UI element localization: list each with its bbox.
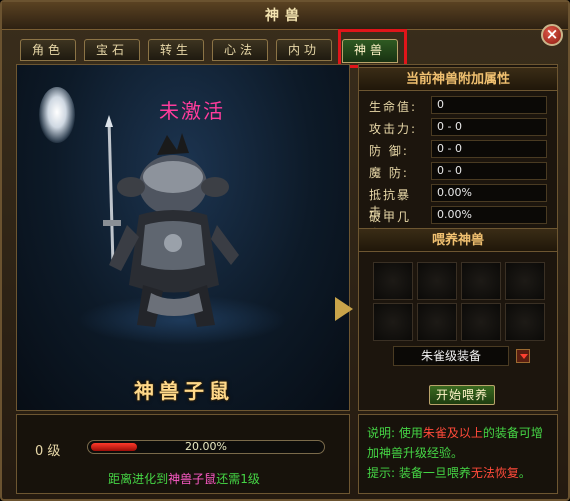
attr-label: 攻击力: xyxy=(369,122,418,136)
evolve-hint: 距离进化到神兽子鼠还需1级 xyxy=(17,470,351,487)
attr-value: 0 xyxy=(431,96,547,114)
info-highlight: 朱雀及以上 xyxy=(422,426,483,440)
attr-row-hp: 生命值: 0 xyxy=(369,96,549,114)
attributes-title: 当前神兽附加属性 xyxy=(359,67,557,91)
attr-row-magic-defense: 魔 防: 0 - 0 xyxy=(369,162,549,180)
feed-slot[interactable] xyxy=(373,262,413,300)
info-line-3: 提示: 装备一旦喂养无法恢复。 xyxy=(367,463,551,483)
attr-label: 生命值: xyxy=(369,100,418,114)
feed-title: 喂养神兽 xyxy=(359,228,557,252)
feed-slot-grid xyxy=(373,262,545,342)
attr-value: 0.00% xyxy=(431,206,547,224)
info-text: 提示: 装备一旦喂养 xyxy=(367,466,471,480)
spirit-wisp-icon xyxy=(39,87,75,143)
pet-progress-panel: 0 级 20.00% 距离进化到神兽子鼠还需1级 xyxy=(16,414,350,494)
info-line-2: 加神兽升级经验。 xyxy=(367,446,464,460)
feed-slot[interactable] xyxy=(417,303,457,341)
feed-slot[interactable] xyxy=(461,303,501,341)
attr-value: 0 - 0 xyxy=(431,118,547,136)
attr-label: 魔 防: xyxy=(369,166,409,180)
close-icon[interactable]: × xyxy=(541,24,563,46)
feed-slot[interactable] xyxy=(417,262,457,300)
tab-gems[interactable]: 宝石 xyxy=(84,39,140,61)
tab-character[interactable]: 角色 xyxy=(20,39,76,61)
evolve-target: 神兽子鼠 xyxy=(168,472,217,486)
info-text: 的装备可增 xyxy=(482,426,543,440)
window-title: 神兽 xyxy=(2,2,568,30)
attr-row-defense: 防 御: 0 - 0 xyxy=(369,140,549,158)
tab-mind-art[interactable]: 心法 xyxy=(212,39,268,61)
tab-inner-power[interactable]: 内功 xyxy=(276,39,332,61)
attr-row-armor-break: 破甲几率: 0.00% xyxy=(369,206,549,241)
feed-slot[interactable] xyxy=(505,262,545,300)
pet-display-panel: 未激活 神兽子鼠 xyxy=(16,64,353,411)
attr-value: 0 - 0 xyxy=(431,140,547,158)
info-line-1: 说明: 使用朱雀及以上的装备可增 xyxy=(367,423,551,443)
attr-label: 防 御: xyxy=(369,144,409,158)
feed-slot[interactable] xyxy=(461,262,501,300)
attr-row-crit-resist: 抵抗暴击: 0.00% xyxy=(369,184,549,219)
pet-level: 0 级 xyxy=(35,444,61,459)
dropdown-arrow-icon[interactable] xyxy=(516,349,530,363)
equipment-grade-select[interactable]: 朱雀级装备 xyxy=(393,346,509,366)
tab-rebirth[interactable]: 转生 xyxy=(148,39,204,61)
evolve-suffix: 还需1级 xyxy=(216,472,260,486)
info-highlight: 无法恢复 xyxy=(470,466,519,480)
attr-value: 0 - 0 xyxy=(431,162,547,180)
info-text: 。 xyxy=(518,466,531,480)
xp-progress-bar: 20.00% xyxy=(87,440,325,454)
xp-percent-text: 20.00% xyxy=(185,440,227,453)
evolve-prefix: 距离进化到 xyxy=(108,472,169,486)
arrow-right-icon[interactable] xyxy=(335,297,353,321)
pet-name: 神兽子鼠 xyxy=(134,379,234,403)
pet-window: 神兽 × 角色 宝石 转生 心法 内功 神兽 未激活 神兽子鼠 0 级 20.0… xyxy=(0,0,570,501)
info-text: 说明: 使用 xyxy=(367,426,423,440)
attr-row-attack: 攻击力: 0 - 0 xyxy=(369,118,549,136)
tab-divine-beast[interactable]: 神兽 xyxy=(342,39,398,63)
feed-slot[interactable] xyxy=(373,303,413,341)
start-feeding-button[interactable]: 开始喂养 xyxy=(429,385,495,405)
rat-warrior-illustration xyxy=(103,115,239,327)
feed-info-box: 说明: 使用朱雀及以上的装备可增 加神兽升级经验。 提示: 装备一旦喂养无法恢复… xyxy=(358,414,558,494)
attr-value: 0.00% xyxy=(431,184,547,202)
attribute-panel: 当前神兽附加属性 生命值: 0 攻击力: 0 - 0 防 御: 0 - 0 魔 … xyxy=(358,64,558,411)
feed-slot[interactable] xyxy=(505,303,545,341)
